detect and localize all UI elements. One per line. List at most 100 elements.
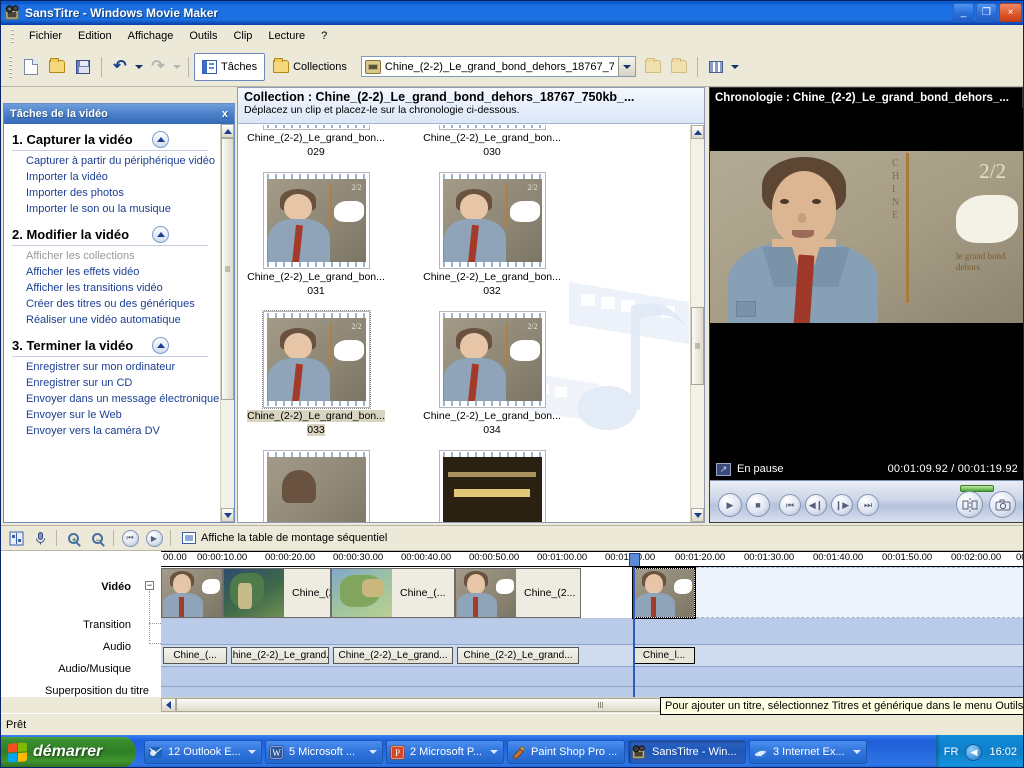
undo-dropdown-button[interactable] (133, 54, 145, 80)
split-clip-button[interactable] (956, 491, 983, 518)
fullscreen-icon[interactable]: ↗ (716, 462, 731, 476)
task-link-video-transitions[interactable]: Afficher les transitions vidéo (4, 280, 220, 296)
menu-affichage[interactable]: Affichage (120, 27, 182, 45)
video-clip-1[interactable] (161, 568, 223, 618)
tasks-button[interactable]: Tâches (194, 52, 266, 81)
chevron-down-icon[interactable] (853, 750, 861, 754)
taskbar-item-paintshop[interactable]: Paint Shop Pro ... (507, 740, 625, 764)
maximize-button[interactable]: ❐ (976, 3, 997, 22)
collapse-section-3-button[interactable] (152, 337, 169, 354)
task-link-capture-device[interactable]: Capturer à partir du périphérique vidéo (4, 153, 220, 169)
task-pane-close-icon[interactable]: x (222, 108, 228, 120)
clip-item-031[interactable]: 2/2 Chine_(2-2)_Le_grand_bon... 031 (242, 172, 390, 297)
clip-item-032[interactable]: 2/2 Chine_(2-2)_Le_grand_bon... 032 (418, 172, 566, 297)
scroll-up-button[interactable] (221, 124, 234, 138)
clock[interactable]: 16:02 (989, 746, 1017, 758)
monitor-video-surface[interactable]: CHINE 2/2 le grand bond dehors (710, 108, 1023, 344)
scroll-up-button[interactable] (691, 125, 704, 139)
clip-thumbnail[interactable] (438, 450, 546, 522)
taskbar-item-powerpoint[interactable]: P 2 Microsoft P... (386, 740, 504, 764)
chevron-down-icon[interactable] (369, 750, 377, 754)
taskbar-item-movie-maker[interactable]: SansTitre - Win... (628, 740, 746, 764)
menu-help[interactable]: ? (313, 27, 335, 45)
clip-thumbnail[interactable]: 2/2 (438, 311, 546, 408)
close-button[interactable]: × (999, 3, 1022, 22)
timeline-ruler[interactable]: 00.00 00:00:10.00 00:00:20.00 00:00:30.0… (161, 551, 1023, 567)
zoom-out-button[interactable]: − (86, 528, 108, 548)
menu-lecture[interactable]: Lecture (260, 27, 313, 45)
video-clip-4[interactable]: Chine_(2... (455, 568, 581, 618)
clip-thumbnail[interactable] (438, 125, 546, 130)
scroll-thumb[interactable] (221, 138, 234, 400)
menu-fichier[interactable]: Fichier (21, 27, 70, 45)
minimize-button[interactable]: _ (953, 3, 974, 22)
title-overlay-track[interactable] (161, 687, 1023, 697)
chevron-down-icon[interactable] (490, 750, 498, 754)
rewind-timeline-button[interactable]: ⏮ (119, 528, 141, 548)
forward-frame-button[interactable]: ❙▶ (831, 494, 853, 516)
audio-clip-3[interactable]: Chine_(2-2)_Le_grand... (333, 647, 453, 664)
clip-item-029[interactable]: Chine_(2-2)_Le_grand_bon... 029 (242, 125, 390, 158)
language-indicator[interactable]: FR (944, 746, 959, 758)
task-link-save-cd[interactable]: Enregistrer sur un CD (4, 375, 220, 391)
clip-thumbnail[interactable]: 2/2 (438, 172, 546, 269)
views-dropdown-button[interactable] (729, 54, 741, 80)
audio-track[interactable]: Chine_(... Chine_(2-2)_Le_grand... Chine… (161, 645, 1023, 667)
audio-levels-button[interactable] (5, 528, 27, 548)
task-link-titles-credits[interactable]: Créer des titres ou des génériques (4, 296, 220, 312)
audio-clip-2[interactable]: Chine_(2-2)_Le_grand... (231, 647, 329, 664)
clip-item-030[interactable]: Chine_(2-2)_Le_grand_bon... 030 (418, 125, 566, 158)
timeline-playhead[interactable] (633, 567, 635, 697)
clip-item-033[interactable]: 2/2 Chine_(2-2)_Le_grand_bon... 033 (242, 310, 390, 436)
task-link-send-email[interactable]: Envoyer dans un message électronique (4, 391, 220, 407)
clip-thumbnail[interactable]: 2/2 (262, 172, 370, 269)
collapse-video-track-button[interactable]: − (145, 581, 154, 590)
video-clip-2[interactable]: Chine_(2... (223, 568, 331, 618)
task-link-send-dv[interactable]: Envoyer vers la caméra DV (4, 423, 220, 439)
menu-clip[interactable]: Clip (225, 27, 260, 45)
audio-clip-1[interactable]: Chine_(... (163, 647, 227, 664)
task-link-send-web[interactable]: Envoyer sur le Web (4, 407, 220, 423)
task-pane-scrollbar[interactable] (220, 124, 234, 522)
task-link-import-photos[interactable]: Importer des photos (4, 185, 220, 201)
back-frame-button[interactable]: ◀❙ (805, 494, 827, 516)
collection-combo[interactable]: Chine_(2-2)_Le_grand_bond_dehors_18767_7… (360, 56, 636, 77)
next-clip-button[interactable]: ⏭ (857, 494, 879, 516)
play-button[interactable]: ▶ (718, 493, 742, 517)
collection-clip-area[interactable]: Chine_(2-2)_Le_grand_bon... 029 Chine_(2… (238, 125, 689, 522)
taskbar-item-internet-explorer[interactable]: e 3 Internet Ex... (749, 740, 867, 764)
collection-scrollbar[interactable] (690, 125, 704, 522)
video-clip-3[interactable]: Chine_(... (331, 568, 455, 618)
save-project-button[interactable] (70, 54, 96, 80)
task-link-save-computer[interactable]: Enregistrer sur mon ordinateur (4, 359, 220, 375)
menu-edition[interactable]: Edition (70, 27, 120, 45)
taskbar-item-word[interactable]: W 5 Microsoft ... (265, 740, 383, 764)
timeline-tracks[interactable]: Chine_(2... Chine_(... (161, 567, 1023, 697)
clip-item-034[interactable]: 2/2 Chine_(2-2)_Le_grand_bon... 034 (418, 311, 566, 436)
collapse-section-1-button[interactable] (152, 131, 169, 148)
narrate-timeline-button[interactable] (29, 528, 51, 548)
chevron-down-icon[interactable] (248, 750, 256, 754)
views-button[interactable] (703, 54, 729, 80)
audio-clip-5[interactable]: Chine_l... (633, 647, 695, 664)
menu-outils[interactable]: Outils (181, 27, 225, 45)
undo-button[interactable]: ↶ (107, 54, 133, 80)
scroll-down-button[interactable] (691, 508, 704, 522)
scroll-track[interactable] (691, 139, 704, 508)
clip-thumbnail[interactable]: 2/2 (261, 310, 371, 409)
video-clip-5[interactable] (632, 567, 696, 619)
audio-clip-4[interactable]: Chine_(2-2)_Le_grand... (457, 647, 579, 664)
task-link-import-audio[interactable]: Importer le son ou la musique (4, 201, 220, 217)
clip-thumbnail[interactable] (262, 125, 370, 130)
playhead-handle[interactable] (629, 553, 640, 566)
transition-track[interactable] (161, 619, 1023, 645)
stop-button[interactable]: ■ (746, 493, 770, 517)
hscroll-left-button[interactable] (161, 698, 176, 712)
start-button[interactable]: démarrer (1, 737, 135, 767)
collections-button[interactable]: Collections (265, 53, 355, 81)
clip-item-partial-a[interactable] (242, 450, 390, 522)
task-link-import-video[interactable]: Importer la vidéo (4, 169, 220, 185)
show-hidden-icons-button[interactable]: ◀ (965, 743, 983, 761)
video-track-empty[interactable] (671, 567, 1023, 618)
new-project-button[interactable] (18, 54, 44, 80)
